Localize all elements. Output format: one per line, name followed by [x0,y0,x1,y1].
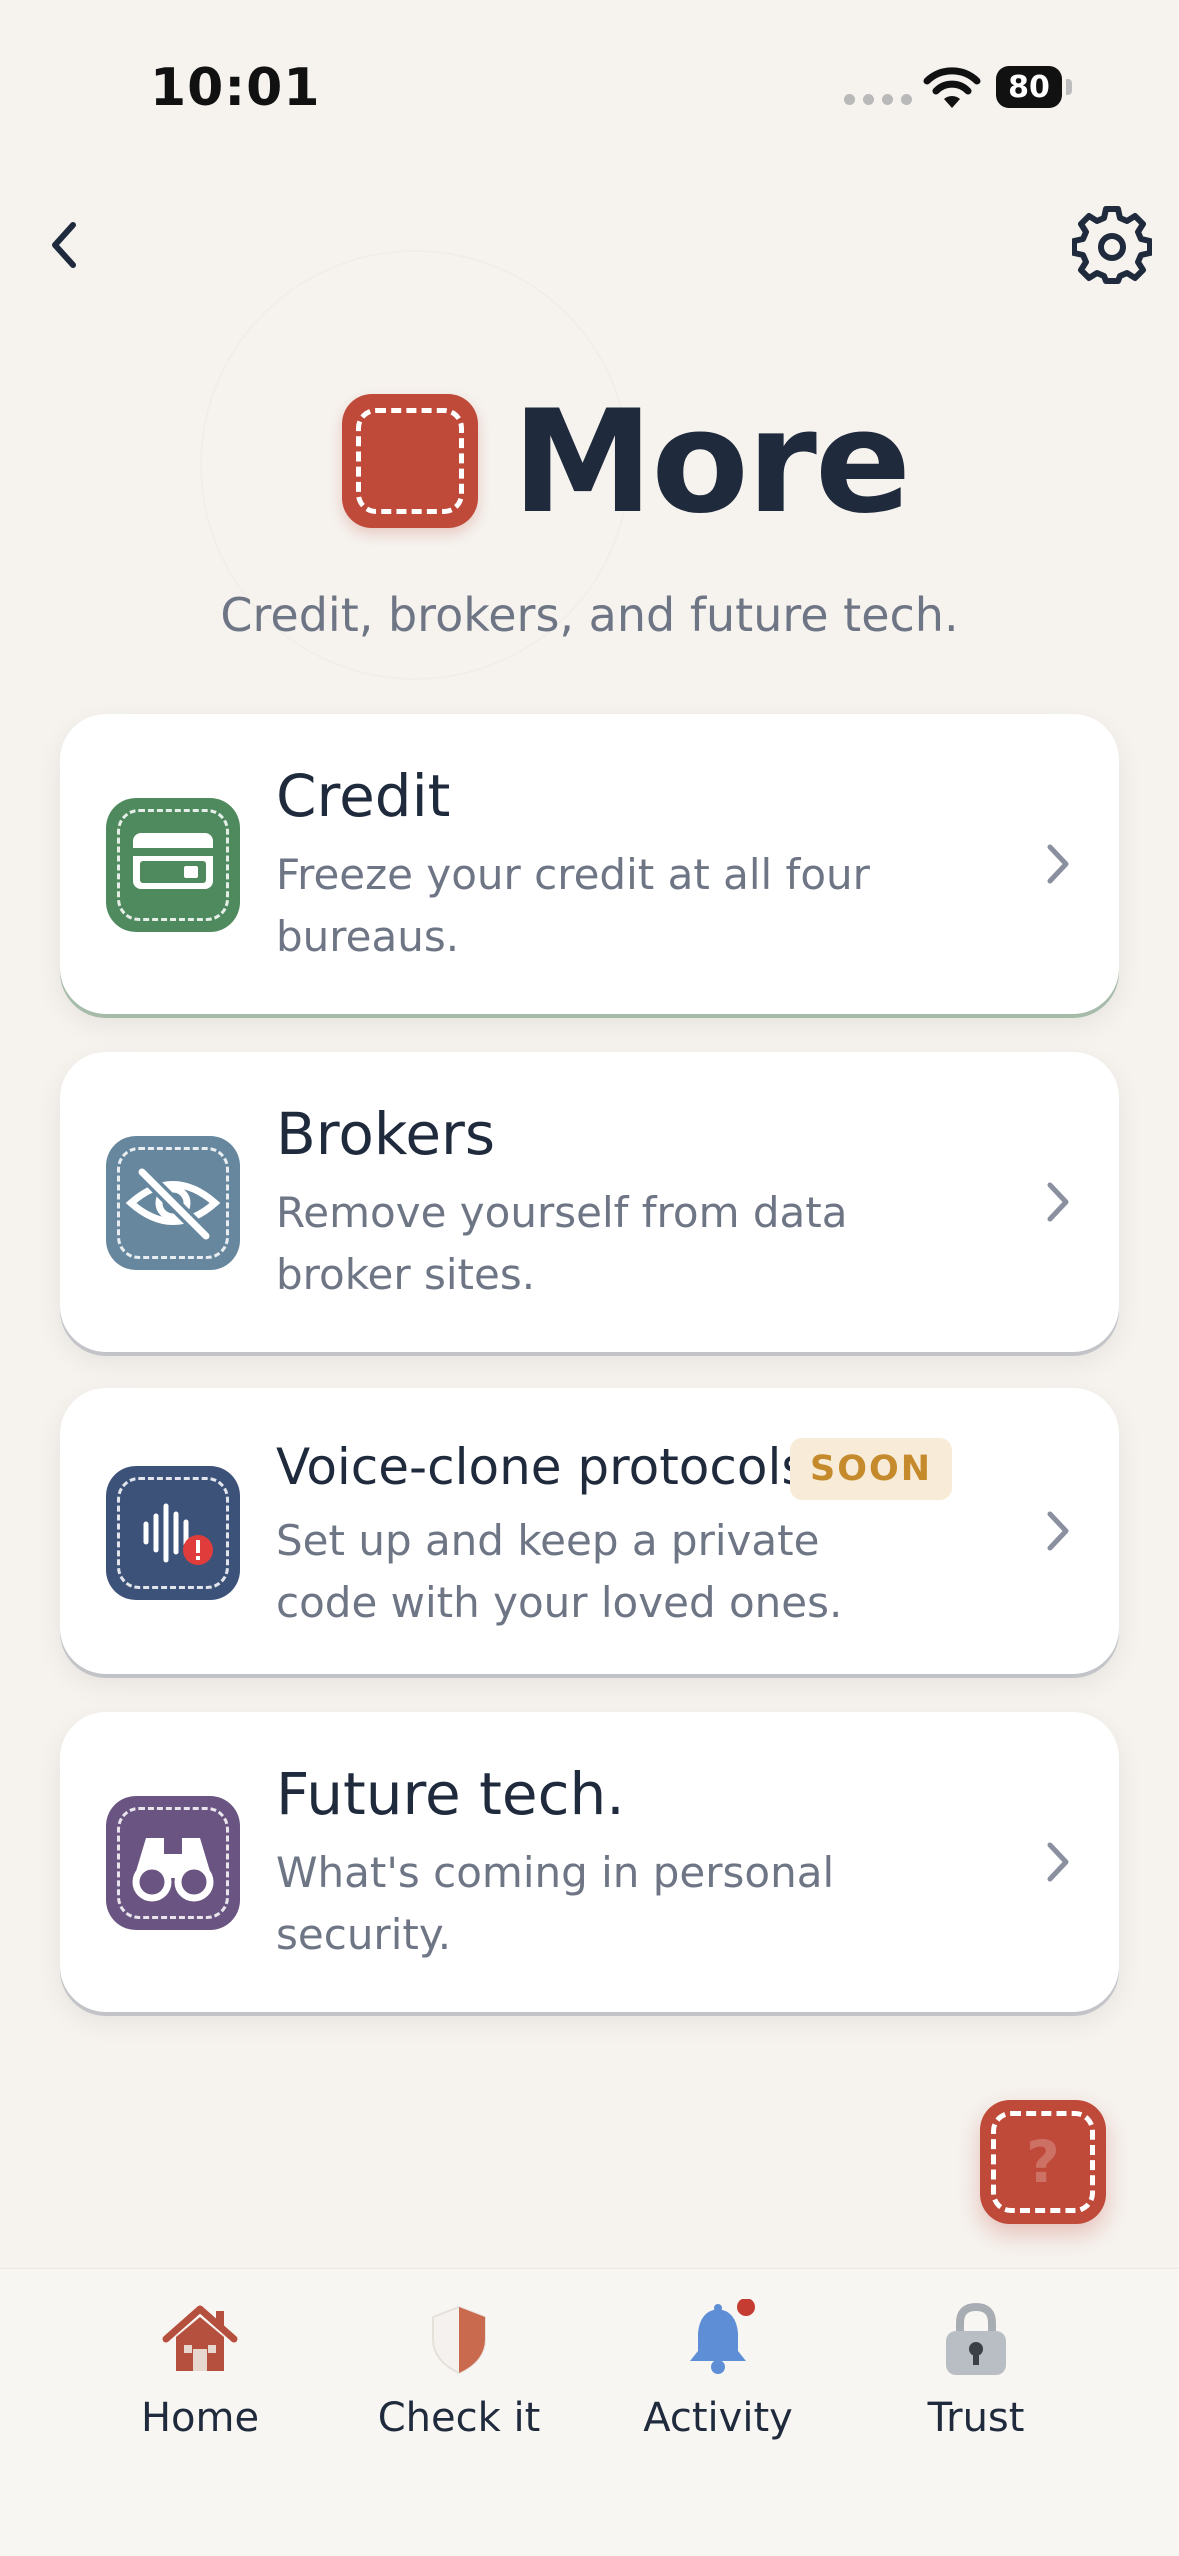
tab-home[interactable]: Home [90,2299,310,2449]
back-button[interactable] [38,212,90,278]
credit-card-icon [106,798,240,932]
wifi-icon [923,67,981,108]
chevron-left-icon [52,222,76,268]
help-question-icon: ? [1026,2128,1060,2196]
future-tech-card[interactable]: Future tech. What's coming in personal s… [60,1712,1119,2012]
page-title: More [512,380,911,545]
card-description: Freeze your credit at all four bureaus. [276,850,870,961]
status-bar: 10:01 80 [0,0,1179,175]
chevron-right-icon [1047,1842,1069,1882]
chevron-right-icon [1047,844,1069,884]
tab-bar: Home Check it Activity Trust [0,2268,1179,2556]
brokers-card[interactable]: Brokers Remove yourself from data broker… [60,1052,1119,1352]
card-description: What's coming in personal security. [276,1848,835,1959]
soon-badge: SOON [790,1438,953,1500]
tab-label: Check it [377,2395,541,2441]
page-subtitle: Credit, brokers, and future tech. [220,588,959,642]
eye-slash-icon [106,1136,240,1270]
card-description: Set up and keep a private code with your… [276,1516,843,1627]
card-title: Credit [276,762,451,830]
binoculars-icon [106,1796,240,1930]
voice-warning-icon [106,1466,240,1600]
chevron-right-icon [1047,1182,1069,1222]
chevron-right-icon [1047,1511,1069,1551]
battery-indicator: 80 [996,66,1062,108]
lock-icon [946,2302,1006,2375]
tab-activity[interactable]: Activity [608,2299,828,2449]
tab-check-it[interactable]: Check it [349,2299,569,2449]
tab-label: Trust [927,2395,1025,2441]
voice-clone-card[interactable]: Voice-clone protocols SOON Set up and ke… [60,1388,1119,1674]
cellular-signal-icon [844,94,912,105]
shield-icon [432,2305,486,2375]
tab-trust[interactable]: Trust [866,2299,1086,2449]
credit-card[interactable]: Credit Freeze your credit at all four bu… [60,714,1119,1014]
home-icon [162,2305,238,2371]
settings-button[interactable] [1071,205,1153,285]
card-title: Future tech. [276,1760,625,1828]
app-logo [342,394,478,528]
card-title: Brokers [276,1100,496,1168]
battery-cap [1066,79,1072,95]
bell-icon [690,2299,755,2374]
status-time: 10:01 [150,58,321,118]
tab-label: Activity [643,2395,793,2441]
gear-icon [1071,206,1153,284]
help-button[interactable]: ? [980,2100,1106,2224]
card-title: Voice-clone protocols [276,1438,808,1496]
tab-label: Home [140,2395,260,2441]
card-description: Remove yourself from data broker sites. [276,1188,848,1299]
